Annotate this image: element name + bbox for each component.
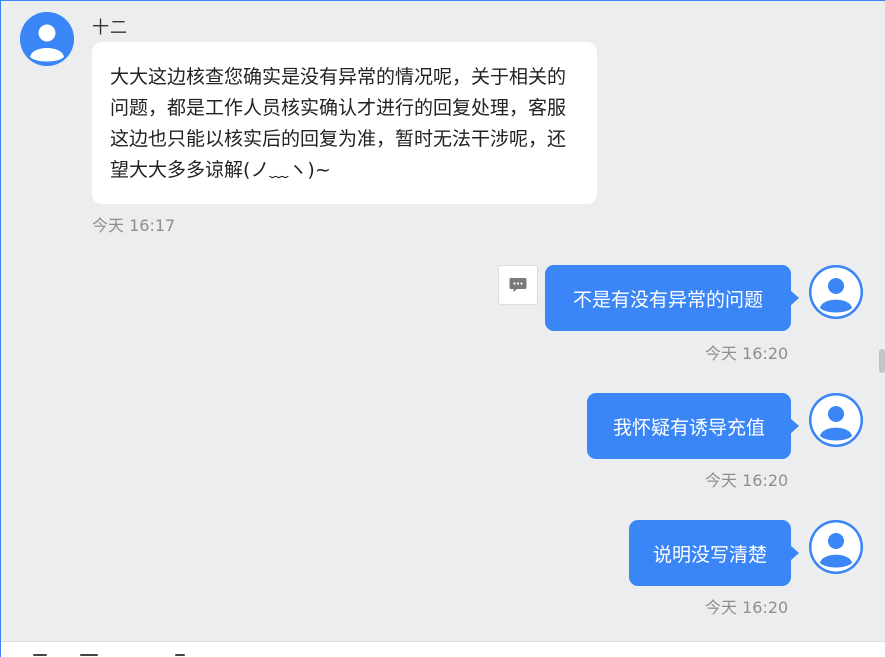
comment-bubble-icon — [509, 278, 527, 292]
outgoing-message-bubble: 不是有没有异常的问题 — [545, 265, 799, 331]
outgoing-message-bubble: 我怀疑有诱导充值 — [587, 393, 799, 459]
message-timestamp: 今天 16:20 — [705, 471, 789, 490]
more-icon[interactable] — [175, 654, 185, 656]
user-avatar-icon[interactable] — [809, 393, 863, 447]
emoji-icon[interactable] — [33, 654, 47, 656]
image-icon[interactable] — [80, 654, 98, 656]
input-toolbar — [1, 641, 885, 657]
message-timestamp: 今天 16:20 — [705, 598, 789, 617]
user-avatar-icon[interactable] — [809, 265, 863, 319]
incoming-message-bubble: 大大这边核查您确实是没有异常的情况呢，关于相关的问题，都是工作人员核实确认才进行… — [92, 42, 597, 204]
comment-button[interactable] — [498, 265, 538, 305]
user-avatar-icon[interactable] — [809, 520, 863, 574]
sender-name: 十二 — [92, 18, 128, 38]
contact-avatar-icon[interactable] — [20, 12, 74, 66]
scrollbar-thumb[interactable] — [879, 349, 885, 373]
message-timestamp: 今天 16:20 — [705, 344, 789, 363]
outgoing-message-bubble: 说明没写清楚 — [629, 520, 799, 586]
message-timestamp: 今天 16:17 — [92, 216, 176, 235]
chat-window: 十二 大大这边核查您确实是没有异常的情况呢，关于相关的问题，都是工作人员核实确认… — [0, 0, 885, 657]
